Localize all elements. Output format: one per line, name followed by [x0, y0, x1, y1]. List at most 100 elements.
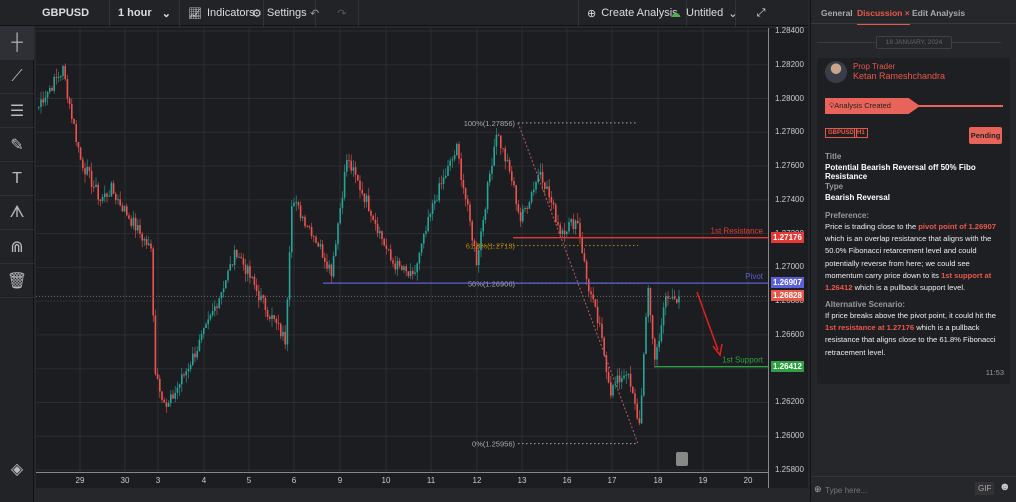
fullscreen-icon: ⤢ — [756, 6, 766, 19]
candle-body — [647, 287, 649, 317]
tab-edit-analysis[interactable]: Edit Analysis — [912, 8, 965, 18]
interval-label: 1 hour — [118, 7, 152, 19]
time-tick: 3 — [155, 476, 161, 485]
candle-body — [416, 263, 418, 273]
candle-body — [220, 292, 223, 299]
text-icon: T — [12, 169, 22, 187]
magnet-tool[interactable]: ⋒ — [0, 230, 34, 264]
fullscreen-button[interactable]: ⤢ — [736, 0, 786, 26]
candle-body — [403, 266, 405, 270]
tab-general[interactable]: General — [821, 8, 853, 18]
candle-body — [651, 315, 654, 339]
candle-body — [288, 252, 291, 300]
candle-body — [55, 76, 58, 78]
candle-body — [352, 167, 355, 171]
candle-body — [42, 99, 44, 103]
candle-body — [412, 271, 414, 274]
candle-body — [38, 107, 40, 108]
candle-body — [277, 323, 280, 324]
time-axis[interactable]: 29 30 3 4 5 6 9 10 11 12 13 16 17 18 19 20 — [36, 472, 768, 488]
candle-body — [117, 199, 119, 201]
candle-body — [634, 393, 636, 404]
redo-icon[interactable]: ↷ — [337, 7, 346, 20]
crosshair-icon: ┼ — [11, 33, 23, 51]
candle-body — [90, 170, 93, 187]
candle-body — [629, 373, 632, 387]
candle-body — [656, 347, 658, 360]
layers-button[interactable]: ◈ — [0, 452, 34, 486]
candle-body — [49, 87, 51, 92]
candle-body — [526, 207, 528, 209]
candle-body — [148, 243, 150, 246]
delete-tool[interactable]: 🗑︎ — [0, 264, 34, 298]
candle-body — [372, 215, 374, 220]
horizontal-lines-tool[interactable]: ☰ — [0, 94, 34, 128]
candle-body — [156, 374, 159, 379]
analysis-title: Potential Bearish Reversal off 50% Fibo … — [825, 163, 976, 181]
author-name[interactable]: Ketan Rameshchandra — [853, 71, 945, 81]
candle-body — [313, 236, 315, 237]
emoji-icon[interactable]: ☻ — [999, 481, 1011, 493]
candle-body — [442, 177, 445, 184]
pattern-tool[interactable]: ᗑ — [0, 196, 34, 230]
text-tool[interactable]: T — [0, 162, 34, 196]
status-badge[interactable]: Pending — [969, 127, 1002, 144]
candle-body — [471, 221, 473, 241]
candle-body — [379, 231, 381, 234]
candle-body — [317, 242, 319, 247]
candle-body — [282, 331, 284, 337]
candle-body — [198, 339, 201, 351]
candle-body — [51, 87, 53, 91]
candle-body — [414, 272, 416, 274]
candle-body — [418, 252, 421, 264]
candle-body — [449, 160, 451, 167]
event-line — [917, 105, 1003, 107]
drawing-toolbar: ┼ ⟋ ☰ ✎ T ᗑ ⋒ 🗑︎ ◈ — [0, 26, 34, 502]
candle-body — [504, 148, 506, 162]
candle-body — [207, 319, 209, 325]
message-input[interactable] — [825, 483, 965, 497]
price-tick: 1.27800 — [775, 127, 804, 137]
undo-icon[interactable]: ↶ — [310, 7, 319, 20]
crosshair-tool[interactable]: ┼ — [0, 26, 34, 60]
bulb-marker[interactable] — [676, 452, 688, 466]
candle-body — [478, 250, 480, 266]
candle-body — [209, 315, 212, 320]
candle-body — [321, 244, 324, 258]
close-icon[interactable]: × — [905, 8, 910, 18]
candle-body — [121, 205, 124, 212]
candle-body — [337, 223, 339, 245]
symbol-selector[interactable]: GBPUSD — [34, 0, 110, 26]
candle-body — [161, 391, 163, 400]
price-tag: 1.27176 — [771, 231, 804, 243]
candle-body — [130, 218, 132, 226]
candle-body — [251, 276, 253, 278]
analysis-message: Prop Trader Ketan Rameshchandra 💡︎Analys… — [817, 58, 1010, 384]
magnet-icon: ⋒ — [10, 238, 24, 256]
plus-circle-icon[interactable]: ⊕ — [814, 484, 822, 495]
candle-body — [86, 166, 88, 175]
candle-body — [555, 204, 557, 223]
candle-body — [667, 296, 669, 299]
candle-body — [60, 75, 62, 78]
level-label: 1st Resistance — [711, 227, 764, 236]
candle-body — [330, 264, 333, 277]
candle-body — [139, 225, 141, 235]
trend-line-tool[interactable]: ⟋ — [0, 60, 34, 94]
candle-body — [528, 202, 531, 209]
candle-body — [40, 99, 42, 108]
price-axis[interactable]: 1.28400 1.28200 1.28000 1.27800 1.27600 1.274… — [768, 26, 808, 488]
candle-body — [271, 315, 273, 319]
candle-body — [676, 299, 678, 303]
candle-body — [304, 216, 306, 227]
save-status-dropdown[interactable]: ☁ Untitled ⌄ — [662, 0, 738, 26]
candle-body — [610, 382, 612, 396]
gif-button[interactable]: GIF — [975, 482, 995, 495]
candle-body — [73, 119, 75, 125]
brush-tool[interactable]: ✎ — [0, 128, 34, 162]
price-chart[interactable]: 100%(1.27856) 61.8%(1.2713) 50%(1.26906) 0%… — [36, 28, 768, 472]
interval-dropdown[interactable]: 1 hour ⌄ — [110, 0, 180, 26]
chevron-down-icon: ⌄ — [161, 7, 171, 20]
candle-body — [678, 296, 680, 303]
time-tick: 11 — [426, 476, 436, 485]
